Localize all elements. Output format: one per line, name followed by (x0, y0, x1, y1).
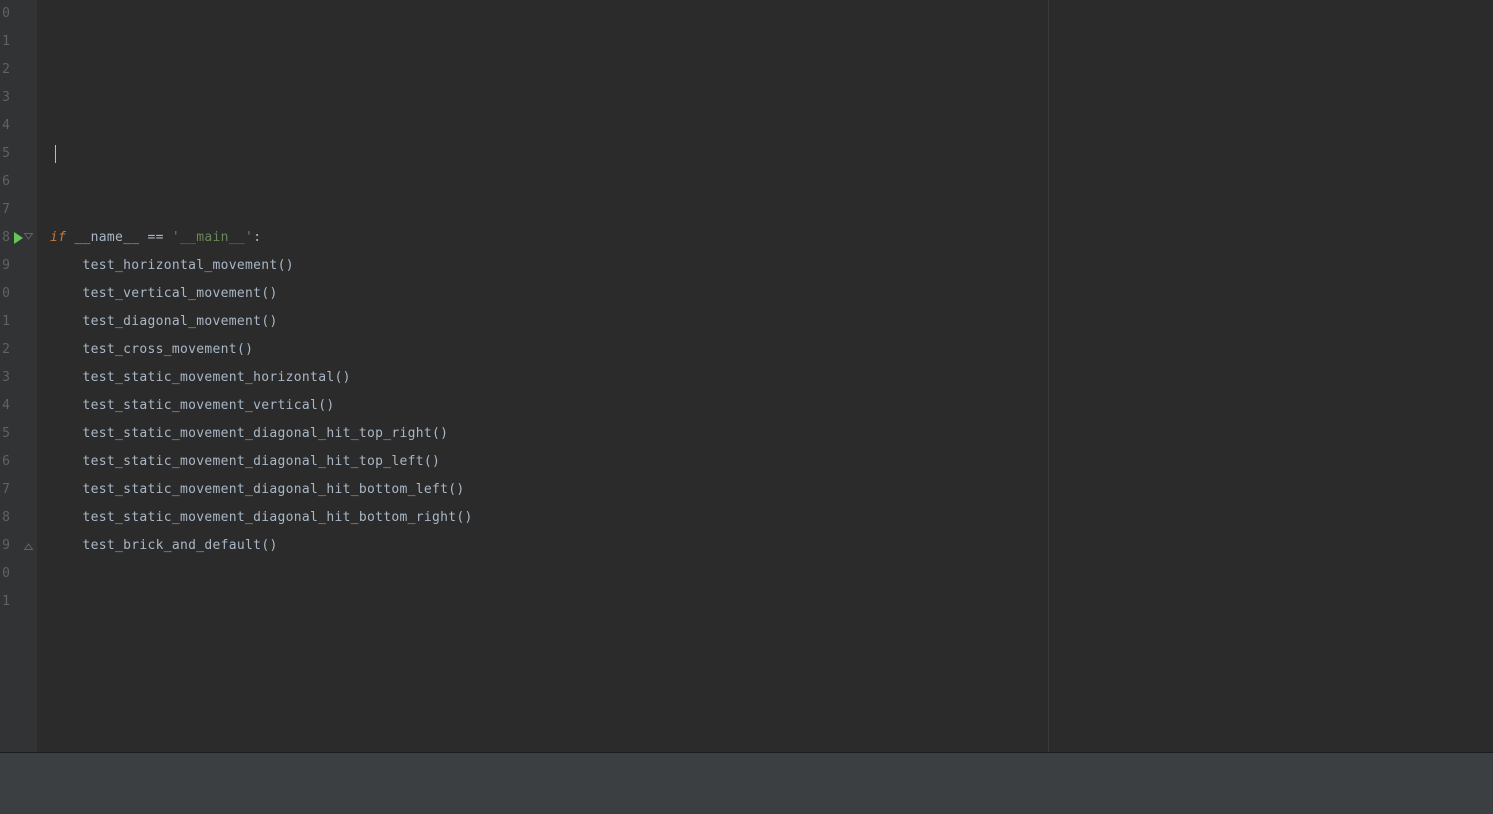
code-line[interactable]: test_static_movement_horizontal() (50, 364, 473, 392)
line-number[interactable]: 1 (0, 588, 10, 616)
bottom-panel (0, 753, 1493, 814)
editor-container: 0123456789012345678901 if __name__ == '_… (0, 0, 1493, 752)
line-number[interactable]: 5 (0, 420, 10, 448)
line-number[interactable]: 6 (0, 168, 10, 196)
line-numbers: 0123456789012345678901 (0, 0, 10, 616)
code-line[interactable]: test_horizontal_movement() (50, 252, 473, 280)
code-line[interactable] (50, 28, 473, 56)
line-number[interactable]: 4 (0, 392, 10, 420)
right-margin-line (1048, 0, 1049, 752)
line-number[interactable]: 6 (0, 448, 10, 476)
line-number[interactable]: 2 (0, 56, 10, 84)
code-line[interactable]: test_static_movement_diagonal_hit_bottom… (50, 476, 473, 504)
code-line[interactable]: test_static_movement_vertical() (50, 392, 473, 420)
code-line[interactable]: test_static_movement_diagonal_hit_top_le… (50, 448, 473, 476)
code-line[interactable] (50, 140, 473, 168)
code-line[interactable] (50, 588, 473, 616)
line-number[interactable]: 8 (0, 504, 10, 532)
code-line[interactable] (50, 112, 473, 140)
line-number[interactable]: 3 (0, 84, 10, 112)
line-number[interactable]: 1 (0, 28, 10, 56)
caret (55, 145, 56, 163)
code-line[interactable] (50, 56, 473, 84)
line-number[interactable]: 8 (0, 224, 10, 252)
line-number[interactable]: 5 (0, 140, 10, 168)
line-number[interactable]: 4 (0, 112, 10, 140)
line-number[interactable]: 9 (0, 532, 10, 560)
code-area[interactable]: if __name__ == '__main__': test_horizont… (38, 0, 1493, 752)
line-number[interactable]: 0 (0, 0, 10, 28)
line-number[interactable]: 2 (0, 336, 10, 364)
code-line[interactable]: test_static_movement_diagonal_hit_bottom… (50, 504, 473, 532)
code-line[interactable]: test_cross_movement() (50, 336, 473, 364)
code-line[interactable] (50, 0, 473, 28)
line-number[interactable]: 9 (0, 252, 10, 280)
fold-end-icon[interactable] (23, 541, 33, 551)
line-number[interactable]: 0 (0, 560, 10, 588)
scrollbar-vertical[interactable] (1481, 0, 1493, 752)
line-number[interactable]: 7 (0, 476, 10, 504)
fold-start-icon[interactable] (23, 233, 33, 243)
line-number[interactable]: 1 (0, 308, 10, 336)
code-line[interactable]: test_brick_and_default() (50, 532, 473, 560)
code-line[interactable] (50, 168, 473, 196)
code-line[interactable]: test_diagonal_movement() (50, 308, 473, 336)
code-line[interactable]: if __name__ == '__main__': (50, 224, 473, 252)
gutter[interactable]: 0123456789012345678901 (0, 0, 38, 752)
line-number[interactable]: 0 (0, 280, 10, 308)
line-number[interactable]: 7 (0, 196, 10, 224)
line-number[interactable]: 3 (0, 364, 10, 392)
code-line[interactable]: test_static_movement_diagonal_hit_top_ri… (50, 420, 473, 448)
run-icon[interactable] (14, 232, 23, 244)
code-line[interactable] (50, 196, 473, 224)
code-lines[interactable]: if __name__ == '__main__': test_horizont… (50, 0, 473, 616)
code-line[interactable]: test_vertical_movement() (50, 280, 473, 308)
code-line[interactable] (50, 560, 473, 588)
code-line[interactable] (50, 84, 473, 112)
